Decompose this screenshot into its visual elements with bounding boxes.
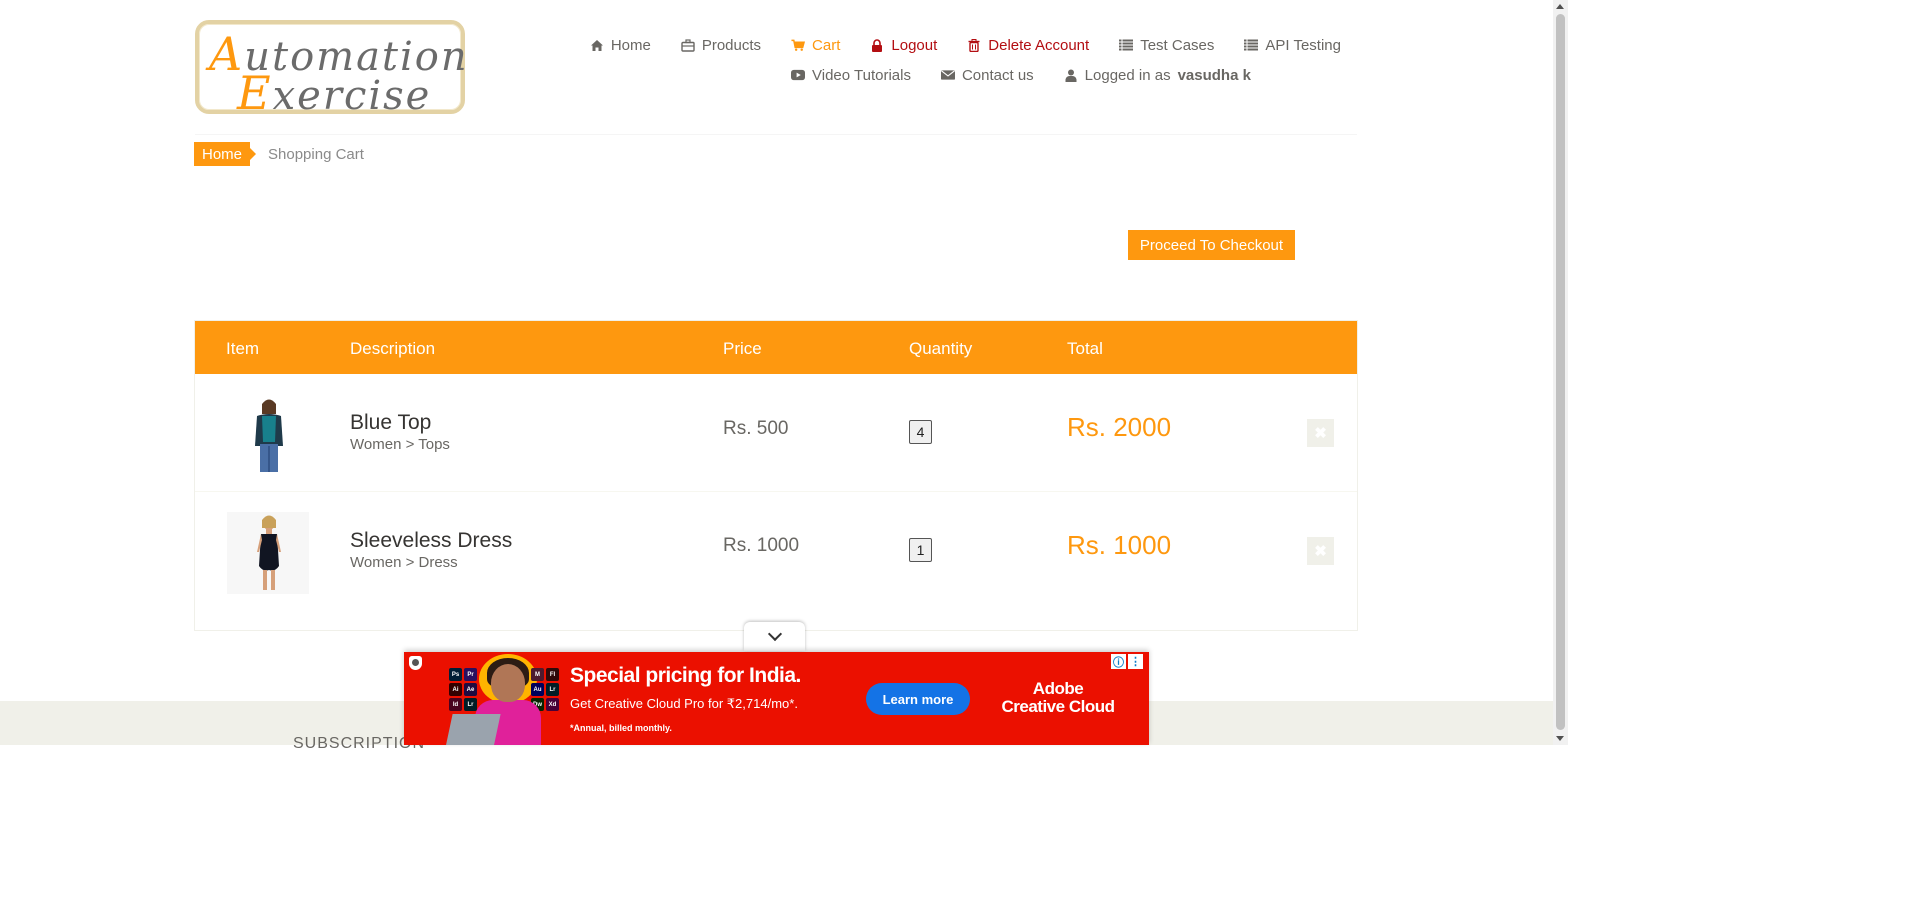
nav-video-tutorials-label: Video Tutorials	[812, 66, 911, 84]
cart-icon	[791, 38, 806, 52]
header-item: Item	[226, 339, 260, 358]
home-icon	[590, 38, 604, 52]
youtube-icon	[791, 68, 805, 82]
logged-in-username: vasudha k	[1177, 66, 1251, 84]
nav-products[interactable]: Products	[681, 37, 761, 54]
chevron-down-icon	[767, 626, 782, 641]
nav-video-tutorials[interactable]: Video Tutorials	[791, 67, 911, 84]
ad-laptop	[445, 714, 501, 745]
logo-line-2: Exercise	[237, 66, 432, 120]
list-icon	[1119, 38, 1134, 52]
list-icon	[1244, 38, 1259, 52]
ad-learn-more-button[interactable]: Learn more	[866, 683, 970, 715]
delete-item-button[interactable]: ✖	[1307, 419, 1334, 447]
ad-collapse-toggle[interactable]	[744, 622, 805, 651]
nav-home-label: Home	[610, 36, 651, 54]
proceed-to-checkout-button[interactable]: Proceed To Checkout	[1128, 230, 1295, 260]
scroll-up-icon[interactable]	[1556, 4, 1564, 9]
nav-products-label: Products	[701, 36, 762, 54]
logged-in-prefix: Logged in as	[1084, 66, 1171, 84]
product-total: Rs. 2000	[1067, 412, 1172, 442]
product-name[interactable]: Blue Top	[350, 411, 431, 435]
app-icon: Ae	[464, 683, 477, 696]
quantity-display: 1	[909, 538, 932, 562]
nav-test-cases-label: Test Cases	[1140, 36, 1215, 54]
nav-delete-account[interactable]: Delete Account	[967, 37, 1089, 54]
header-total: Total	[1067, 339, 1103, 358]
ad-person-head	[491, 664, 525, 702]
product-name[interactable]: Sleeveless Dress	[350, 529, 512, 553]
app-icon: Lr	[464, 698, 477, 711]
nav-row-secondary: Video Tutorials Contact us Logged in as …	[581, 60, 1341, 90]
app-icon: Fl	[546, 668, 559, 681]
app-icon: Lr	[546, 683, 559, 696]
logged-in-user: Logged in as vasudha k	[1064, 67, 1251, 84]
app-icon: Au	[531, 683, 544, 696]
more-options-icon[interactable]: ⋮	[1128, 654, 1143, 669]
nav-test-cases[interactable]: Test Cases	[1119, 37, 1214, 54]
close-icon: ✖	[1314, 543, 1327, 560]
delete-item-button[interactable]: ✖	[1307, 537, 1334, 565]
ad-brand-line-2: Creative Cloud	[1001, 697, 1115, 716]
nav-logout-label: Logout	[891, 36, 938, 54]
product-category: Women > Tops	[350, 436, 450, 453]
nav-api-testing[interactable]: API Testing	[1244, 37, 1341, 54]
header-description: Description	[350, 339, 436, 358]
nav-cart-label: Cart	[812, 36, 841, 54]
nav-cart[interactable]: Cart	[791, 37, 840, 54]
ad-app-icons-left: Ps Pr Ai Ae Id Lr	[449, 668, 477, 711]
nav-contact-us[interactable]: Contact us	[940, 66, 1034, 84]
product-image[interactable]	[227, 512, 309, 594]
scroll-down-icon[interactable]	[1556, 736, 1564, 741]
product-price: Rs. 500	[723, 418, 789, 439]
nav-api-testing-label: API Testing	[1265, 36, 1341, 54]
breadcrumb: Home Shopping Cart	[194, 142, 364, 166]
quantity-display: 4	[909, 420, 932, 444]
main-nav: Home Products Cart Logout Delete Account	[581, 30, 1341, 90]
cart-row: Sleeveless Dress Women > Dress Rs. 1000 …	[195, 492, 1357, 610]
ad-brand-logo: Adobe Creative Cloud	[992, 680, 1124, 716]
ad-fine-print: *Annual, billed monthly.	[570, 723, 672, 733]
nav-logout[interactable]: Logout	[870, 37, 937, 54]
info-icon[interactable]: ⓘ	[1111, 654, 1126, 669]
header-divider	[195, 134, 1357, 135]
header-quantity: Quantity	[909, 339, 973, 358]
ad-banner[interactable]: ⓘ ⋮ Ps Pr Ai Ae Id Lr M Fl Au Lr Dw Xd S…	[404, 652, 1149, 745]
app-icon: Ps	[449, 668, 462, 681]
cart-row: Blue Top Women > Tops Rs. 500 4 Rs. 2000…	[195, 374, 1357, 492]
ad-subtext: Get Creative Cloud Pro for ₹2,714/mo*.	[570, 696, 798, 711]
breadcrumb-current: Shopping Cart	[268, 145, 364, 163]
app-icon: Pr	[464, 668, 477, 681]
site-logo[interactable]: Automation Exercise	[195, 20, 467, 120]
product-total: Rs. 1000	[1067, 530, 1172, 560]
app-icon: Id	[449, 698, 462, 711]
briefcase-icon	[681, 38, 695, 52]
ad-headline: Special pricing for India.	[570, 664, 801, 687]
ad-brand-line-1: Adobe	[1032, 679, 1084, 698]
header-price: Price	[723, 339, 762, 358]
lock-icon	[870, 38, 884, 52]
scrollbar-thumb[interactable]	[1556, 14, 1565, 730]
nav-home[interactable]: Home	[590, 37, 651, 54]
app-icon: M	[531, 668, 544, 681]
product-category: Women > Dress	[350, 554, 458, 571]
nav-delete-account-label: Delete Account	[988, 36, 1090, 54]
ad-illustration: Ps Pr Ai Ae Id Lr M Fl Au Lr Dw Xd	[445, 654, 559, 745]
close-icon: ✖	[1314, 425, 1327, 442]
trash-icon	[967, 38, 981, 52]
cart-table-header: Item Description Price Quantity Total	[195, 321, 1357, 374]
shield-icon	[409, 656, 422, 670]
user-icon	[1064, 68, 1078, 82]
cart-table: Item Description Price Quantity Total Bl…	[194, 320, 1358, 631]
ad-controls: ⓘ ⋮	[1111, 654, 1143, 669]
app-icon: Ai	[449, 683, 462, 696]
envelope-icon	[940, 68, 955, 82]
nav-contact-us-label: Contact us	[961, 66, 1034, 84]
product-image[interactable]	[227, 394, 309, 476]
app-icon: Xd	[546, 698, 559, 711]
nav-row-primary: Home Products Cart Logout Delete Account	[581, 30, 1341, 60]
product-price: Rs. 1000	[723, 535, 800, 556]
page-scrollbar[interactable]	[1553, 0, 1568, 745]
breadcrumb-home[interactable]: Home	[194, 142, 257, 166]
